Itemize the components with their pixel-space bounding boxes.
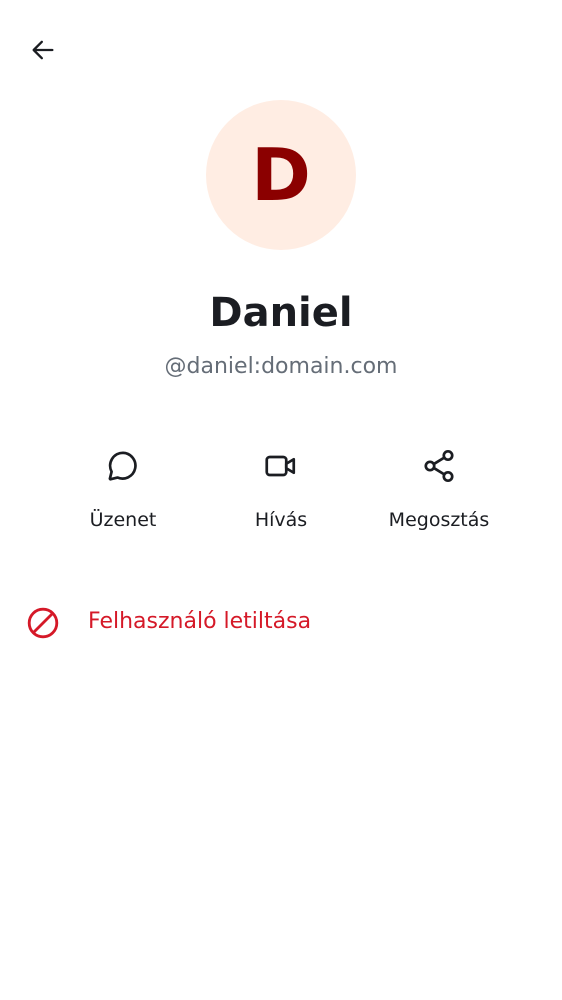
user-id: @daniel:domain.com: [164, 354, 398, 379]
arrow-left-icon: [32, 40, 54, 60]
display-name: Daniel: [209, 290, 353, 336]
avatar: D: [206, 100, 356, 250]
call-button[interactable]: Hívás: [211, 440, 351, 540]
share-button[interactable]: Megosztás: [369, 440, 509, 540]
share-label: Megosztás: [388, 509, 490, 531]
block-user-button[interactable]: Felhasználó letiltása: [0, 592, 562, 652]
call-label: Hívás: [254, 509, 308, 531]
block-icon: [24, 604, 62, 642]
action-bar: Üzenet Hívás Megosztás: [0, 440, 562, 550]
back-button[interactable]: [19, 26, 67, 74]
share-icon: [419, 446, 459, 486]
video-camera-icon: [261, 446, 301, 486]
block-user-label: Felhasználó letiltása: [88, 609, 312, 634]
message-label: Üzenet: [89, 509, 157, 531]
message-button[interactable]: Üzenet: [53, 440, 193, 540]
avatar-initial: D: [251, 133, 311, 217]
chat-bubble-icon: [103, 446, 143, 486]
